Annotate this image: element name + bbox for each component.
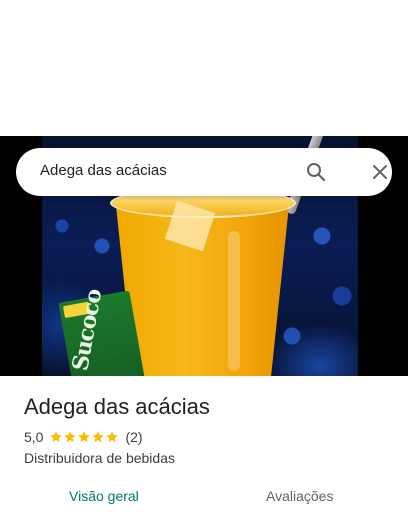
star-icon [106, 431, 119, 443]
review-count[interactable]: (2) [125, 429, 142, 445]
photo-cup-shine [228, 231, 240, 371]
search-input[interactable]: Adega das acácias [40, 162, 167, 179]
search-bar[interactable]: Adega das acácias [16, 148, 392, 196]
star-icon [92, 431, 105, 443]
star-icon [64, 431, 77, 443]
tab-reviews[interactable]: Avaliações [266, 488, 333, 504]
place-tabs: Visão geral Avaliações [0, 484, 408, 512]
rating-stars [49, 430, 119, 444]
search-icon[interactable] [304, 160, 328, 184]
rating-row[interactable]: 5,0 (2) [24, 429, 143, 445]
place-title: Adega das acácias [24, 394, 210, 419]
place-category: Distribuidora de bebidas [24, 450, 175, 466]
carton-brand-text: Sucoco [67, 287, 108, 373]
close-icon[interactable] [368, 160, 392, 184]
star-icon [50, 431, 63, 443]
rating-value: 5,0 [24, 429, 44, 445]
tab-overview[interactable]: Visão geral [69, 488, 139, 504]
star-icon [78, 431, 91, 443]
